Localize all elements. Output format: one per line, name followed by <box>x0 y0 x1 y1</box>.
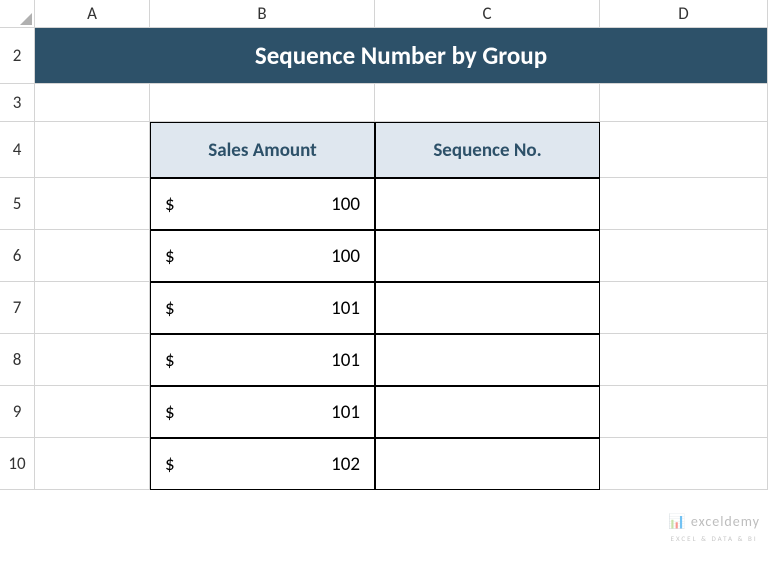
cell-d4[interactable] <box>600 122 768 178</box>
cell-c7[interactable] <box>375 282 600 334</box>
cell-c3[interactable] <box>375 84 600 122</box>
cell-a10[interactable] <box>35 438 150 490</box>
cell-d9[interactable] <box>600 386 768 438</box>
col-header-c[interactable]: C <box>375 0 600 28</box>
cell-a4[interactable] <box>35 122 150 178</box>
cell-d6[interactable] <box>600 230 768 282</box>
cell-a8[interactable] <box>35 334 150 386</box>
currency-symbol: $ <box>163 349 175 372</box>
currency-symbol: $ <box>163 193 175 216</box>
col-header-d[interactable]: D <box>600 0 768 28</box>
watermark: 📊 exceldemy EXCEL & DATA & BI <box>668 514 760 544</box>
row-header-4[interactable]: 4 <box>0 122 35 178</box>
cell-c6[interactable] <box>375 230 600 282</box>
row-header-2[interactable]: 2 <box>0 28 35 84</box>
amount-value: 101 <box>331 349 362 372</box>
currency-symbol: $ <box>163 245 175 268</box>
cell-d10[interactable] <box>600 438 768 490</box>
amount-value: 100 <box>331 193 362 216</box>
header-sales-amount[interactable]: Sales Amount <box>150 122 375 178</box>
row-header-6[interactable]: 6 <box>0 230 35 282</box>
col-header-a[interactable]: A <box>35 0 150 28</box>
cell-b9[interactable]: $ 101 <box>150 386 375 438</box>
cell-d5[interactable] <box>600 178 768 230</box>
row-header-7[interactable]: 7 <box>0 282 35 334</box>
cell-a5[interactable] <box>35 178 150 230</box>
cell-a3[interactable] <box>35 84 150 122</box>
cell-c8[interactable] <box>375 334 600 386</box>
cell-b8[interactable]: $ 101 <box>150 334 375 386</box>
select-all-corner[interactable] <box>0 0 35 28</box>
cell-d3[interactable] <box>600 84 768 122</box>
spreadsheet-grid: A B C D 2 Sequence Number by Group 3 4 S… <box>0 0 768 490</box>
row-header-10[interactable]: 10 <box>0 438 35 490</box>
watermark-tagline: EXCEL & DATA & BI <box>671 534 758 543</box>
cell-b7[interactable]: $ 101 <box>150 282 375 334</box>
cell-d7[interactable] <box>600 282 768 334</box>
cell-b10[interactable]: $ 102 <box>150 438 375 490</box>
cell-b6[interactable]: $ 100 <box>150 230 375 282</box>
amount-value: 100 <box>331 245 362 268</box>
col-header-b[interactable]: B <box>150 0 375 28</box>
watermark-brand: 📊 exceldemy <box>668 513 760 530</box>
cell-c10[interactable] <box>375 438 600 490</box>
title-cell[interactable]: Sequence Number by Group <box>35 28 768 84</box>
row-header-5[interactable]: 5 <box>0 178 35 230</box>
cell-a9[interactable] <box>35 386 150 438</box>
currency-symbol: $ <box>163 401 175 424</box>
cell-d8[interactable] <box>600 334 768 386</box>
cell-c9[interactable] <box>375 386 600 438</box>
amount-value: 101 <box>331 401 362 424</box>
cell-c5[interactable] <box>375 178 600 230</box>
amount-value: 102 <box>331 453 362 476</box>
cell-b3[interactable] <box>150 84 375 122</box>
row-header-3[interactable]: 3 <box>0 84 35 122</box>
row-header-8[interactable]: 8 <box>0 334 35 386</box>
cell-b5[interactable]: $ 100 <box>150 178 375 230</box>
amount-value: 101 <box>331 297 362 320</box>
currency-symbol: $ <box>163 453 175 476</box>
cell-a7[interactable] <box>35 282 150 334</box>
cell-a6[interactable] <box>35 230 150 282</box>
row-header-9[interactable]: 9 <box>0 386 35 438</box>
currency-symbol: $ <box>163 297 175 320</box>
header-sequence-no[interactable]: Sequence No. <box>375 122 600 178</box>
